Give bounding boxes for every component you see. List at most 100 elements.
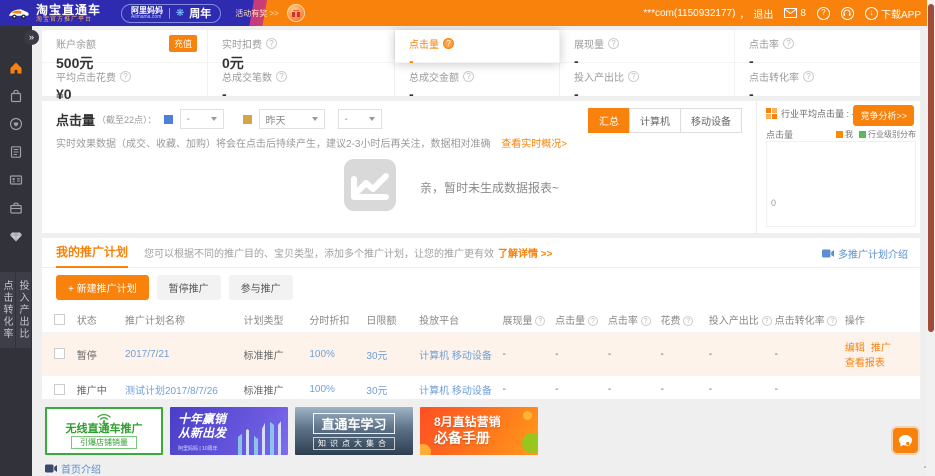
- headset-icon: [843, 9, 851, 17]
- sidebar-item-report[interactable]: [0, 138, 32, 166]
- toggle-mobile[interactable]: 移动设备: [680, 108, 742, 133]
- promote-link[interactable]: 推广: [871, 339, 891, 354]
- sidebar-item-premium[interactable]: [0, 222, 32, 250]
- legend-me-label: 我: [845, 129, 853, 140]
- select-all-checkbox[interactable]: [54, 314, 65, 325]
- chart-empty-state: 亲，暂时未生成数据报表~: [342, 157, 559, 218]
- realtime-overview-link[interactable]: 查看实时概况>: [501, 139, 567, 150]
- help-icon[interactable]: ?: [463, 71, 474, 82]
- platform-link[interactable]: 计算机 移动设备: [419, 386, 492, 397]
- help-icon[interactable]: ?: [683, 316, 693, 326]
- pause-campaign-button[interactable]: 暂停推广: [157, 275, 221, 300]
- banner-anniversary[interactable]: 十年赢销 从新出发 阿里妈妈 | 10周年: [170, 407, 288, 455]
- tab-my-campaigns[interactable]: 我的推广计划: [56, 238, 128, 268]
- user-account: ***com(1150932177): [643, 8, 735, 19]
- campaign-name-link[interactable]: 2017/7/21: [125, 349, 170, 360]
- mail-icon: [784, 8, 797, 18]
- sidebar-item-shop[interactable]: [0, 82, 32, 110]
- help-button[interactable]: ?: [817, 7, 830, 20]
- sidebar-item-tools[interactable]: [0, 194, 32, 222]
- topbar-brand[interactable]: 淘宝直通车 淘宝官方推广平台 阿里妈妈 Alimama.com | ❋ 周年 活…: [8, 0, 305, 26]
- homepage-intro-link[interactable]: 首页介绍: [45, 461, 101, 476]
- learn-more-link[interactable]: 了解详情 >>: [498, 245, 552, 260]
- stat-card-impressions[interactable]: 展现量? -: [560, 30, 735, 63]
- view-report-link[interactable]: 查看报表: [845, 354, 885, 369]
- scrollbar-track[interactable]: [927, 0, 935, 476]
- mini-chart-title: 点击量: [766, 128, 793, 141]
- logout-link[interactable]: 退出: [753, 6, 773, 21]
- banner-learning[interactable]: 直通车学习 知识点大集合: [295, 407, 413, 455]
- stat-label: 总成交笔数: [222, 69, 272, 84]
- help-icon[interactable]: ?: [628, 71, 639, 82]
- service-button[interactable]: [841, 7, 854, 20]
- banner-title: 8月直钻营销: [434, 415, 501, 429]
- help-icon[interactable]: ?: [266, 38, 277, 49]
- sidebar-item-favorite[interactable]: [0, 110, 32, 138]
- toggle-summary[interactable]: 汇总: [588, 108, 630, 133]
- campaign-type: 标准推广: [240, 376, 306, 400]
- mail-button[interactable]: 8: [784, 8, 806, 19]
- help-icon[interactable]: ?: [641, 316, 651, 326]
- sidebar-item-account[interactable]: [0, 166, 32, 194]
- series2-color-swatch: [243, 115, 252, 124]
- scrollbar-thumb[interactable]: [928, 4, 934, 332]
- row-checkbox[interactable]: [54, 348, 65, 359]
- multi-campaign-intro-link[interactable]: 多推广计划介绍: [822, 246, 908, 261]
- platform-link[interactable]: 计算机 移动设备: [419, 351, 492, 362]
- vertical-tab-cvr[interactable]: 点击转化率: [0, 272, 15, 348]
- car-logo-icon: [8, 5, 30, 21]
- col-clicks: 点击量: [555, 316, 585, 327]
- help-icon[interactable]: ?: [588, 316, 598, 326]
- series3-select[interactable]: -: [338, 109, 382, 129]
- stats-summary-panel: 账户余额 500元 充值 实时扣费? 0元 点击量? - 展现量? - 点击率?…: [42, 30, 920, 96]
- help-icon[interactable]: ?: [783, 38, 794, 49]
- col-ctr: 点击率: [608, 316, 638, 327]
- help-icon[interactable]: ?: [443, 38, 454, 49]
- sidebar-item-home[interactable]: [0, 54, 32, 82]
- help-icon[interactable]: ?: [535, 316, 545, 326]
- date-select[interactable]: 昨天: [259, 109, 325, 129]
- campaign-row: 推广中 测试计划2017/8/7/26 标准推广 100% 30元 计算机 移动…: [42, 376, 920, 400]
- campaign-name-link[interactable]: 测试计划2017/8/7/26: [125, 386, 218, 397]
- help-icon[interactable]: ?: [827, 316, 837, 326]
- help-icon[interactable]: ?: [276, 71, 287, 82]
- download-icon: ↓: [865, 7, 878, 20]
- stat-card-clicks[interactable]: 点击量? -: [395, 30, 560, 63]
- new-campaign-button[interactable]: + 新建推广计划: [56, 275, 149, 300]
- edit-link[interactable]: 编辑: [845, 339, 865, 354]
- stat-label: 总成交金额: [409, 69, 459, 84]
- stat-card-balance: 账户余额 500元 充值: [42, 30, 208, 63]
- video-icon: [45, 464, 57, 473]
- daily-limit-link[interactable]: 30元: [366, 386, 387, 397]
- competition-analysis-button[interactable]: 竞争分析>>: [853, 105, 914, 126]
- separator: ，: [739, 6, 749, 21]
- join-campaign-button[interactable]: 参与推广: [229, 275, 293, 300]
- mini-chart-legend: 我 行业级别分布: [836, 129, 916, 140]
- activity-link[interactable]: 活动有奖 >>: [235, 8, 279, 19]
- discount-link[interactable]: 100%: [309, 384, 335, 395]
- row-checkbox[interactable]: [54, 384, 65, 395]
- banner-august-handbook[interactable]: 8月直钻营销 必备手册: [420, 407, 538, 455]
- daily-limit-link[interactable]: 30元: [366, 351, 387, 362]
- gift-icon[interactable]: [287, 4, 305, 22]
- alimama-anniversary-badge[interactable]: 阿里妈妈 Alimama.com | ❋ 周年: [121, 4, 221, 23]
- series1-select[interactable]: -: [180, 109, 224, 129]
- help-icon[interactable]: ?: [803, 71, 814, 82]
- download-app-button[interactable]: ↓ 下载APP: [865, 6, 921, 21]
- banner-title: 无线直通车推广: [66, 423, 143, 435]
- chevron-down-icon: [369, 117, 375, 121]
- stat-card-roi: 投入产出比? -: [560, 63, 735, 96]
- help-icon[interactable]: ?: [762, 316, 772, 326]
- stat-card-ctr[interactable]: 点击率? -: [735, 30, 920, 63]
- recharge-button[interactable]: 充值: [169, 35, 197, 52]
- help-icon[interactable]: ?: [608, 38, 619, 49]
- sidebar-metric-tabs: 点击转化率 投入产出比: [0, 272, 31, 348]
- customer-service-button[interactable]: [893, 428, 918, 453]
- toggle-computer[interactable]: 计算机: [629, 108, 681, 133]
- banner-wireless-promo[interactable]: 无线直通车推广 引爆店铺销量: [45, 407, 163, 455]
- vertical-tab-roi[interactable]: 投入产出比: [16, 272, 31, 348]
- discount-link[interactable]: 100%: [309, 349, 335, 360]
- stat-card-cvr: 点击转化率? -: [735, 63, 920, 96]
- help-icon[interactable]: ?: [120, 71, 131, 82]
- sidebar-expand-button[interactable]: »: [24, 30, 39, 45]
